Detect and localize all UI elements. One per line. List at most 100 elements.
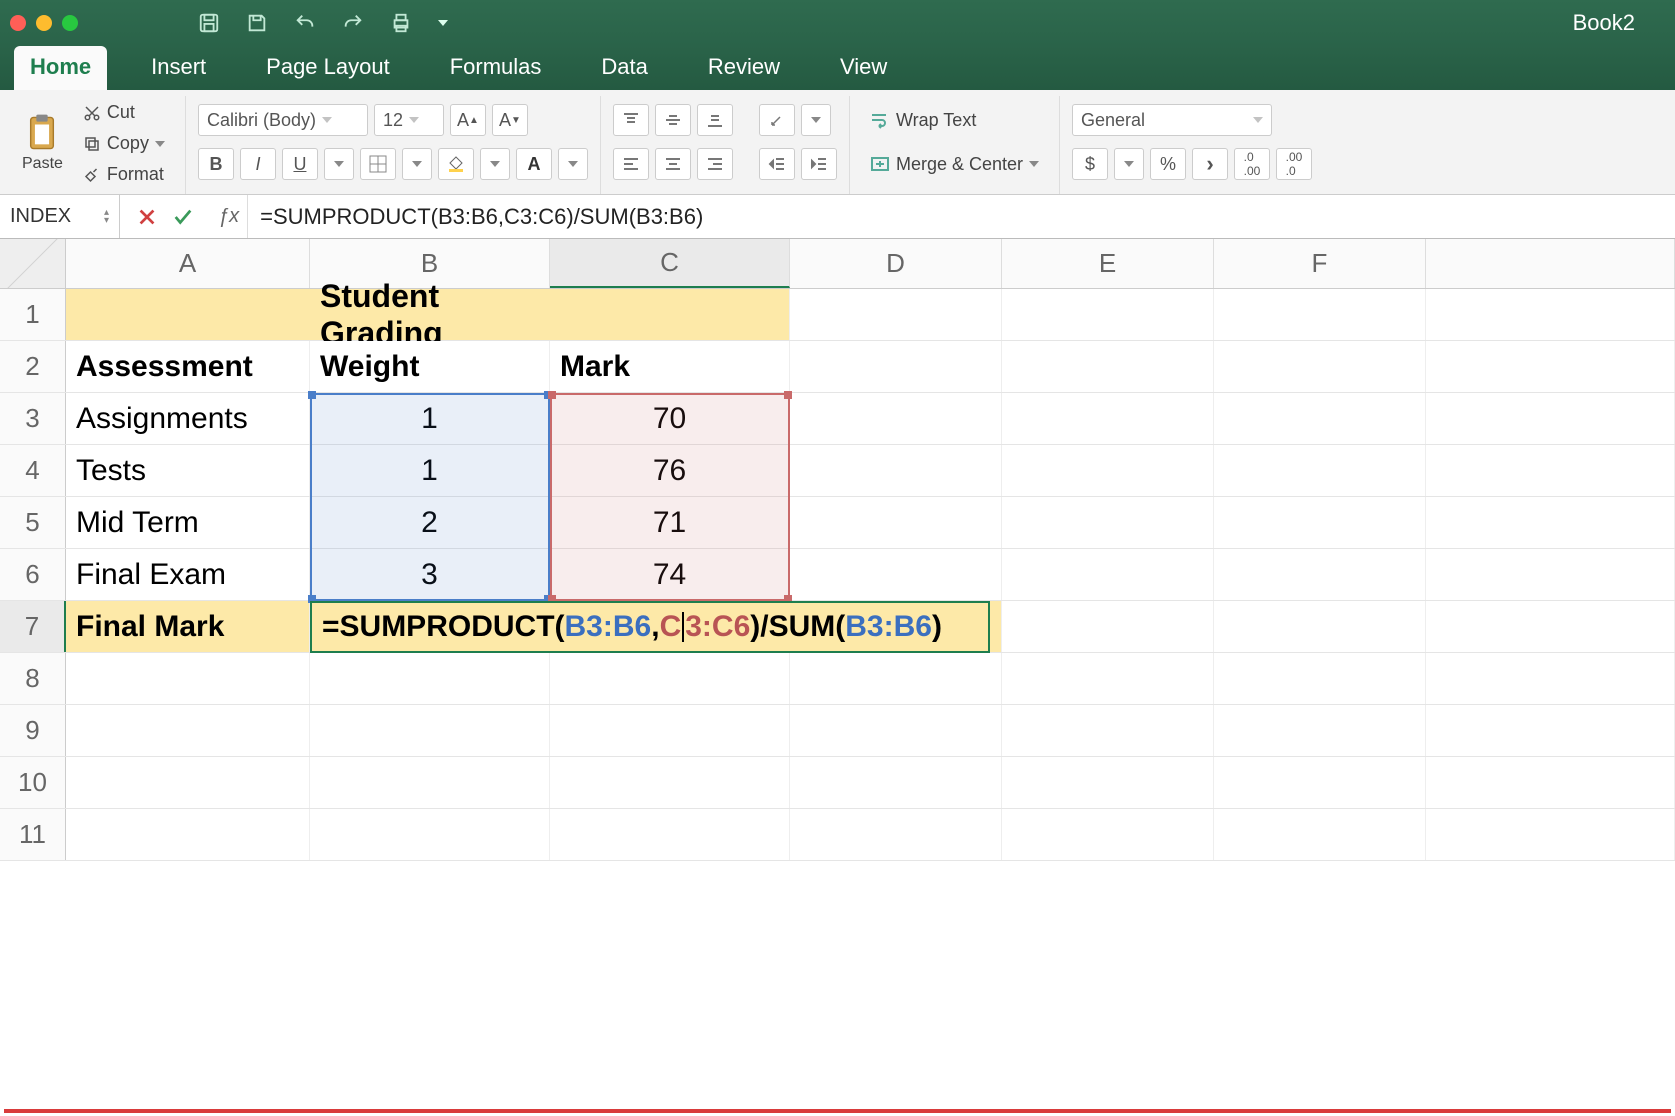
cell-a4[interactable]: Tests <box>66 445 310 496</box>
row-header-9[interactable]: 9 <box>0 705 66 756</box>
cell-b1-title[interactable]: Student Grading <box>310 289 550 340</box>
tab-insert[interactable]: Insert <box>135 46 222 90</box>
cell-e2[interactable] <box>1002 341 1214 392</box>
cell-g2[interactable] <box>1426 341 1675 392</box>
cell-e6[interactable] <box>1002 549 1214 600</box>
cell-b3[interactable]: 1 <box>310 393 550 444</box>
redo-icon[interactable] <box>342 12 364 34</box>
print-icon[interactable] <box>390 12 412 34</box>
italic-button[interactable]: I <box>240 148 276 180</box>
cell-f5[interactable] <box>1214 497 1426 548</box>
cell-editing-b7[interactable]: =SUMPRODUCT(B3:B6,C3:C6)/SUM(B3:B6) <box>310 601 990 653</box>
row-header-6[interactable]: 6 <box>0 549 66 600</box>
fill-more-button[interactable] <box>480 148 510 180</box>
currency-button[interactable]: $ <box>1072 148 1108 180</box>
font-size-combo[interactable]: 12 <box>374 104 444 136</box>
cell-g10[interactable] <box>1426 757 1675 808</box>
underline-more-button[interactable] <box>324 148 354 180</box>
cell-a7[interactable]: Final Mark <box>66 601 310 652</box>
cell-c5[interactable]: 71 <box>550 497 790 548</box>
cell-e11[interactable] <box>1002 809 1214 860</box>
minimize-window-button[interactable] <box>36 15 52 31</box>
font-color-button[interactable]: A <box>516 148 552 180</box>
cell-e8[interactable] <box>1002 653 1214 704</box>
cell-f3[interactable] <box>1214 393 1426 444</box>
save-alt-icon[interactable] <box>246 12 268 34</box>
cell-g3[interactable] <box>1426 393 1675 444</box>
cell-a3[interactable]: Assignments <box>66 393 310 444</box>
tab-data[interactable]: Data <box>585 46 663 90</box>
tab-view[interactable]: View <box>824 46 903 90</box>
cell-e1[interactable] <box>1002 289 1214 340</box>
formula-input[interactable]: =SUMPRODUCT(B3:B6,C3:C6)/SUM(B3:B6) <box>248 204 1675 230</box>
cell-e3[interactable] <box>1002 393 1214 444</box>
namebox-stepper[interactable]: ▴▾ <box>104 209 109 225</box>
cell-f1[interactable] <box>1214 289 1426 340</box>
row-header-7[interactable]: 7 <box>0 601 66 652</box>
cell-f10[interactable] <box>1214 757 1426 808</box>
cell-c3[interactable]: 70 <box>550 393 790 444</box>
cell-d8[interactable] <box>790 653 1002 704</box>
align-right-button[interactable] <box>697 148 733 180</box>
close-window-button[interactable] <box>10 15 26 31</box>
cell-a11[interactable] <box>66 809 310 860</box>
cell-g9[interactable] <box>1426 705 1675 756</box>
cell-f9[interactable] <box>1214 705 1426 756</box>
cell-a8[interactable] <box>66 653 310 704</box>
increase-indent-button[interactable] <box>801 148 837 180</box>
cell-d5[interactable] <box>790 497 1002 548</box>
copy-button[interactable]: Copy <box>75 129 173 158</box>
cell-g11[interactable] <box>1426 809 1675 860</box>
cell-c6[interactable]: 74 <box>550 549 790 600</box>
accept-formula-button[interactable] <box>172 206 194 228</box>
bold-button[interactable]: B <box>198 148 234 180</box>
cell-g6[interactable] <box>1426 549 1675 600</box>
fx-label[interactable]: ƒx <box>210 195 248 238</box>
cell-a10[interactable] <box>66 757 310 808</box>
row-header-2[interactable]: 2 <box>0 341 66 392</box>
merge-center-button[interactable]: Merge & Center <box>862 150 1047 179</box>
cell-b8[interactable] <box>310 653 550 704</box>
tab-home[interactable]: Home <box>14 46 107 90</box>
qat-customize-icon[interactable] <box>438 20 448 26</box>
cut-button[interactable]: Cut <box>75 98 173 127</box>
align-middle-button[interactable] <box>655 104 691 136</box>
borders-more-button[interactable] <box>402 148 432 180</box>
fill-color-button[interactable] <box>438 148 474 180</box>
spreadsheet-grid[interactable]: A B C D E F 1 Student Grading 2 Assessme… <box>0 239 1675 861</box>
cell-a6[interactable]: Final Exam <box>66 549 310 600</box>
cancel-formula-button[interactable] <box>136 206 158 228</box>
cell-c8[interactable] <box>550 653 790 704</box>
cell-e10[interactable] <box>1002 757 1214 808</box>
col-header-d[interactable]: D <box>790 239 1002 288</box>
cell-d10[interactable] <box>790 757 1002 808</box>
cell-b6[interactable]: 3 <box>310 549 550 600</box>
cell-f8[interactable] <box>1214 653 1426 704</box>
cell-a5[interactable]: Mid Term <box>66 497 310 548</box>
zoom-window-button[interactable] <box>62 15 78 31</box>
cell-b5[interactable]: 2 <box>310 497 550 548</box>
col-header-g[interactable] <box>1426 239 1675 288</box>
decrease-indent-button[interactable] <box>759 148 795 180</box>
underline-button[interactable]: U <box>282 148 318 180</box>
align-left-button[interactable] <box>613 148 649 180</box>
save-icon[interactable] <box>198 12 220 34</box>
increase-decimal-button[interactable]: .0.00 <box>1234 148 1270 180</box>
undo-icon[interactable] <box>294 12 316 34</box>
cell-g7[interactable] <box>1426 601 1675 652</box>
format-painter-button[interactable]: Format <box>75 160 173 189</box>
font-name-combo[interactable]: Calibri (Body) <box>198 104 368 136</box>
cell-f7[interactable] <box>1214 601 1426 652</box>
decrease-decimal-button[interactable]: .00.0 <box>1276 148 1312 180</box>
cell-a9[interactable] <box>66 705 310 756</box>
col-header-f[interactable]: F <box>1214 239 1426 288</box>
borders-button[interactable] <box>360 148 396 180</box>
cell-e7[interactable] <box>1002 601 1214 652</box>
tab-page-layout[interactable]: Page Layout <box>250 46 406 90</box>
wrap-text-button[interactable]: Wrap Text <box>862 106 984 135</box>
currency-more-button[interactable] <box>1114 148 1144 180</box>
col-header-e[interactable]: E <box>1002 239 1214 288</box>
cell-c2[interactable]: Mark <box>550 341 790 392</box>
cell-g8[interactable] <box>1426 653 1675 704</box>
align-center-button[interactable] <box>655 148 691 180</box>
